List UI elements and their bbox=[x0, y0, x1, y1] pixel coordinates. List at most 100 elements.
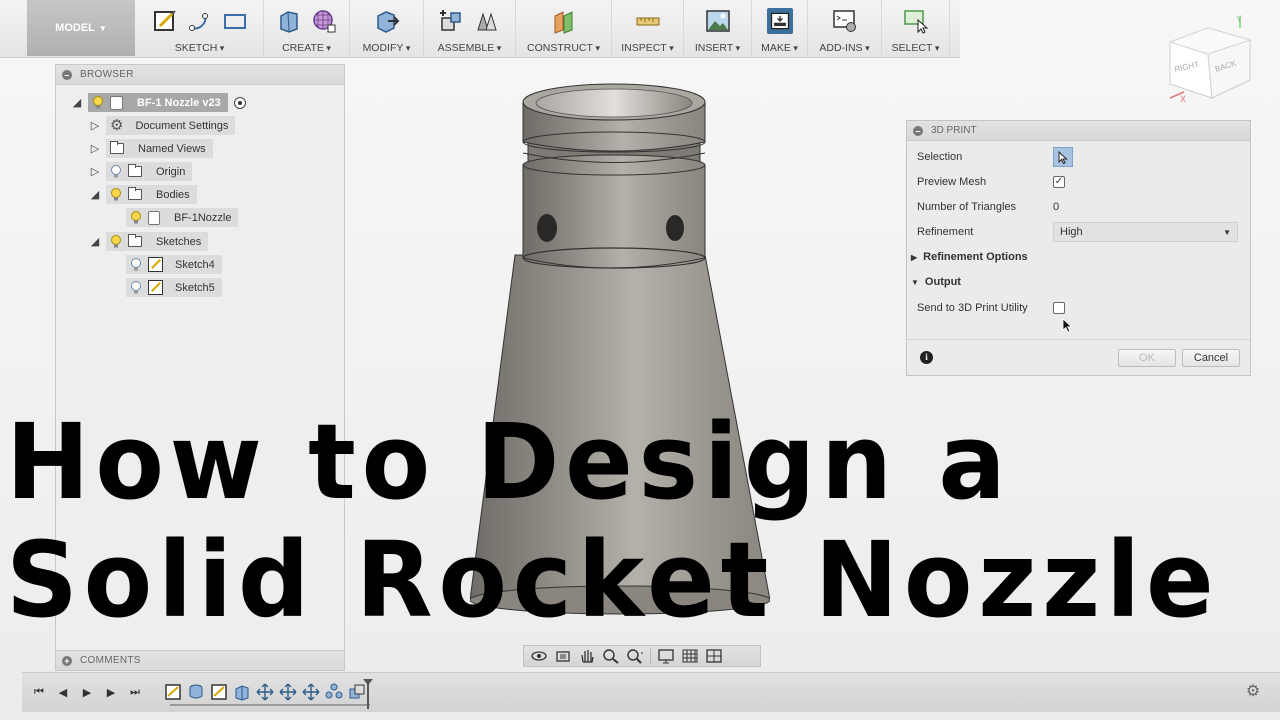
toolbar-group-insert[interactable]: INSERT bbox=[684, 0, 752, 56]
line-icon[interactable] bbox=[187, 8, 213, 34]
look-at-icon[interactable] bbox=[554, 648, 572, 664]
timeline-marker[interactable] bbox=[363, 679, 373, 709]
refinement-options-row[interactable]: ▶ Refinement Options bbox=[911, 247, 1238, 267]
collapse-toggle-icon[interactable]: ◢ bbox=[88, 235, 102, 249]
refinement-options-section[interactable]: ▶ Refinement Options bbox=[911, 251, 1028, 263]
send-utility-checkbox[interactable] bbox=[1053, 302, 1065, 314]
zoom-icon[interactable] bbox=[602, 648, 620, 664]
tree-pill-named-views[interactable]: Named Views bbox=[106, 139, 213, 158]
toolbar-group-make[interactable]: MAKE bbox=[752, 0, 808, 56]
output-row[interactable]: ▼ Output bbox=[911, 272, 1238, 292]
browser-header[interactable]: – BROWSER bbox=[56, 65, 344, 85]
refinement-dropdown[interactable]: High ▼ bbox=[1053, 222, 1238, 242]
press-pull-icon[interactable] bbox=[374, 8, 400, 34]
tree-item-document-settings[interactable]: ▷ ⚙ Document Settings bbox=[88, 115, 236, 136]
viewports-icon[interactable] bbox=[705, 648, 723, 664]
info-icon[interactable]: i bbox=[920, 351, 933, 364]
measure-icon[interactable] bbox=[635, 8, 661, 34]
pan-hand-icon[interactable] bbox=[578, 648, 596, 664]
output-section[interactable]: ▼ Output bbox=[911, 276, 961, 288]
select-icon[interactable] bbox=[903, 8, 929, 34]
timeline-pattern-icon[interactable] bbox=[325, 683, 343, 701]
visibility-bulb-icon[interactable] bbox=[92, 95, 104, 110]
cancel-button[interactable]: Cancel bbox=[1182, 348, 1240, 367]
activate-radio-icon[interactable] bbox=[233, 96, 246, 109]
timeline-sketch-icon[interactable] bbox=[164, 683, 182, 701]
toolbar-label-sketch: SKETCH bbox=[136, 42, 263, 54]
collapse-icon[interactable]: – bbox=[913, 125, 923, 136]
joint-icon[interactable] bbox=[474, 8, 500, 34]
form-icon[interactable] bbox=[311, 8, 337, 34]
rectangle-icon[interactable] bbox=[222, 8, 248, 34]
go-to-end-icon[interactable]: ⏭ bbox=[128, 684, 142, 700]
tree-root[interactable]: ◢ BF-1 Nozzle v23 bbox=[70, 92, 246, 113]
expand-toggle-icon[interactable]: ◢ bbox=[70, 96, 84, 110]
display-settings-icon[interactable] bbox=[657, 648, 675, 664]
toolbar-group-select[interactable]: SELECT bbox=[882, 0, 950, 56]
timeline-move-icon[interactable] bbox=[279, 683, 297, 701]
timeline-sketch-icon[interactable] bbox=[210, 683, 228, 701]
preview-mesh-checkbox[interactable]: ✓ bbox=[1053, 176, 1065, 188]
timeline-extrude-icon[interactable] bbox=[233, 683, 251, 701]
expand-toggle-icon[interactable]: ▷ bbox=[88, 142, 102, 156]
visibility-bulb-icon[interactable] bbox=[130, 210, 142, 225]
timeline-settings-gear-icon[interactable]: ⚙ bbox=[1244, 683, 1262, 701]
extrude-icon[interactable] bbox=[276, 8, 302, 34]
play-icon[interactable]: ▶ bbox=[80, 684, 94, 700]
tree-pill-document-settings[interactable]: ⚙ Document Settings bbox=[106, 116, 236, 135]
create-sketch-icon[interactable] bbox=[152, 8, 178, 34]
toolbar-group-assemble[interactable]: ASSEMBLE bbox=[424, 0, 516, 56]
dialog-header[interactable]: – 3D PRINT bbox=[907, 121, 1250, 141]
workspace-switcher[interactable]: MODEL ▼ bbox=[27, 0, 135, 56]
tree-item-named-views[interactable]: ▷ Named Views bbox=[88, 138, 213, 159]
toolbar-group-inspect[interactable]: INSPECT bbox=[612, 0, 684, 56]
visibility-bulb-off-icon[interactable] bbox=[110, 164, 122, 179]
collapse-icon[interactable]: – bbox=[62, 69, 72, 80]
tree-pill-sketches[interactable]: Sketches bbox=[106, 232, 209, 251]
tree-pill-body[interactable]: BF-1Nozzle bbox=[126, 208, 239, 227]
tree-item-sketches[interactable]: ◢ Sketches bbox=[88, 231, 209, 252]
tree-pill-origin[interactable]: Origin bbox=[106, 162, 193, 181]
tree-pill-sketch5[interactable]: Sketch5 bbox=[126, 278, 222, 297]
tree-item-sketch5[interactable]: Sketch5 bbox=[126, 277, 222, 298]
collapse-toggle-icon[interactable]: ◢ bbox=[88, 188, 102, 202]
grid-settings-icon[interactable] bbox=[681, 648, 699, 664]
expand-toggle-icon[interactable]: ▷ bbox=[88, 165, 102, 179]
zoom-window-icon[interactable] bbox=[626, 648, 644, 664]
ok-button[interactable]: OK bbox=[1118, 348, 1176, 367]
insert-image-icon[interactable] bbox=[705, 8, 731, 34]
selection-picker[interactable] bbox=[1053, 147, 1073, 167]
timeline-move-icon[interactable] bbox=[256, 683, 274, 701]
tree-item-origin[interactable]: ▷ Origin bbox=[88, 161, 193, 182]
toolbar-group-construct[interactable]: CONSTRUCT bbox=[516, 0, 612, 56]
expand-plus-icon[interactable]: + bbox=[62, 655, 72, 666]
new-component-icon[interactable] bbox=[439, 8, 465, 34]
comments-bar[interactable]: + COMMENTS bbox=[56, 650, 344, 670]
visibility-bulb-off-icon[interactable] bbox=[130, 280, 142, 295]
step-back-icon[interactable]: ◀ bbox=[56, 684, 70, 700]
orbit-icon[interactable] bbox=[530, 648, 548, 664]
go-to-start-icon[interactable]: ⏮ bbox=[32, 684, 46, 700]
tree-item-sketch4[interactable]: Sketch4 bbox=[126, 254, 222, 275]
tree-pill-bodies[interactable]: Bodies bbox=[106, 185, 197, 204]
scripts-icon[interactable] bbox=[832, 8, 858, 34]
visibility-bulb-icon[interactable] bbox=[110, 187, 122, 202]
toolbar-group-modify[interactable]: MODIFY bbox=[350, 0, 424, 56]
root-component[interactable]: BF-1 Nozzle v23 bbox=[88, 93, 228, 112]
visibility-bulb-off-icon[interactable] bbox=[130, 257, 142, 272]
tree-item-body-bf-1nozzle[interactable]: BF-1Nozzle bbox=[126, 207, 239, 228]
timeline-revolve-icon[interactable] bbox=[187, 683, 205, 701]
tree-item-bodies[interactable]: ◢ Bodies bbox=[88, 184, 197, 205]
expand-toggle-icon[interactable]: ▷ bbox=[88, 119, 102, 133]
timeline-move-icon[interactable] bbox=[302, 683, 320, 701]
viewcube[interactable]: RIGHT BACK Y X bbox=[1160, 14, 1260, 106]
toolbar-group-add-ins[interactable]: ADD-INS bbox=[808, 0, 882, 56]
offset-plane-icon[interactable] bbox=[551, 8, 577, 34]
step-forward-icon[interactable]: ▶ bbox=[104, 684, 118, 700]
toolbar-group-sketch[interactable]: SKETCH bbox=[136, 0, 264, 56]
toolbar-group-create[interactable]: CREATE bbox=[264, 0, 350, 56]
3d-print-icon[interactable] bbox=[766, 8, 793, 34]
output-label: Output bbox=[924, 276, 961, 288]
visibility-bulb-icon[interactable] bbox=[110, 234, 122, 249]
tree-pill-sketch4[interactable]: Sketch4 bbox=[126, 255, 222, 274]
